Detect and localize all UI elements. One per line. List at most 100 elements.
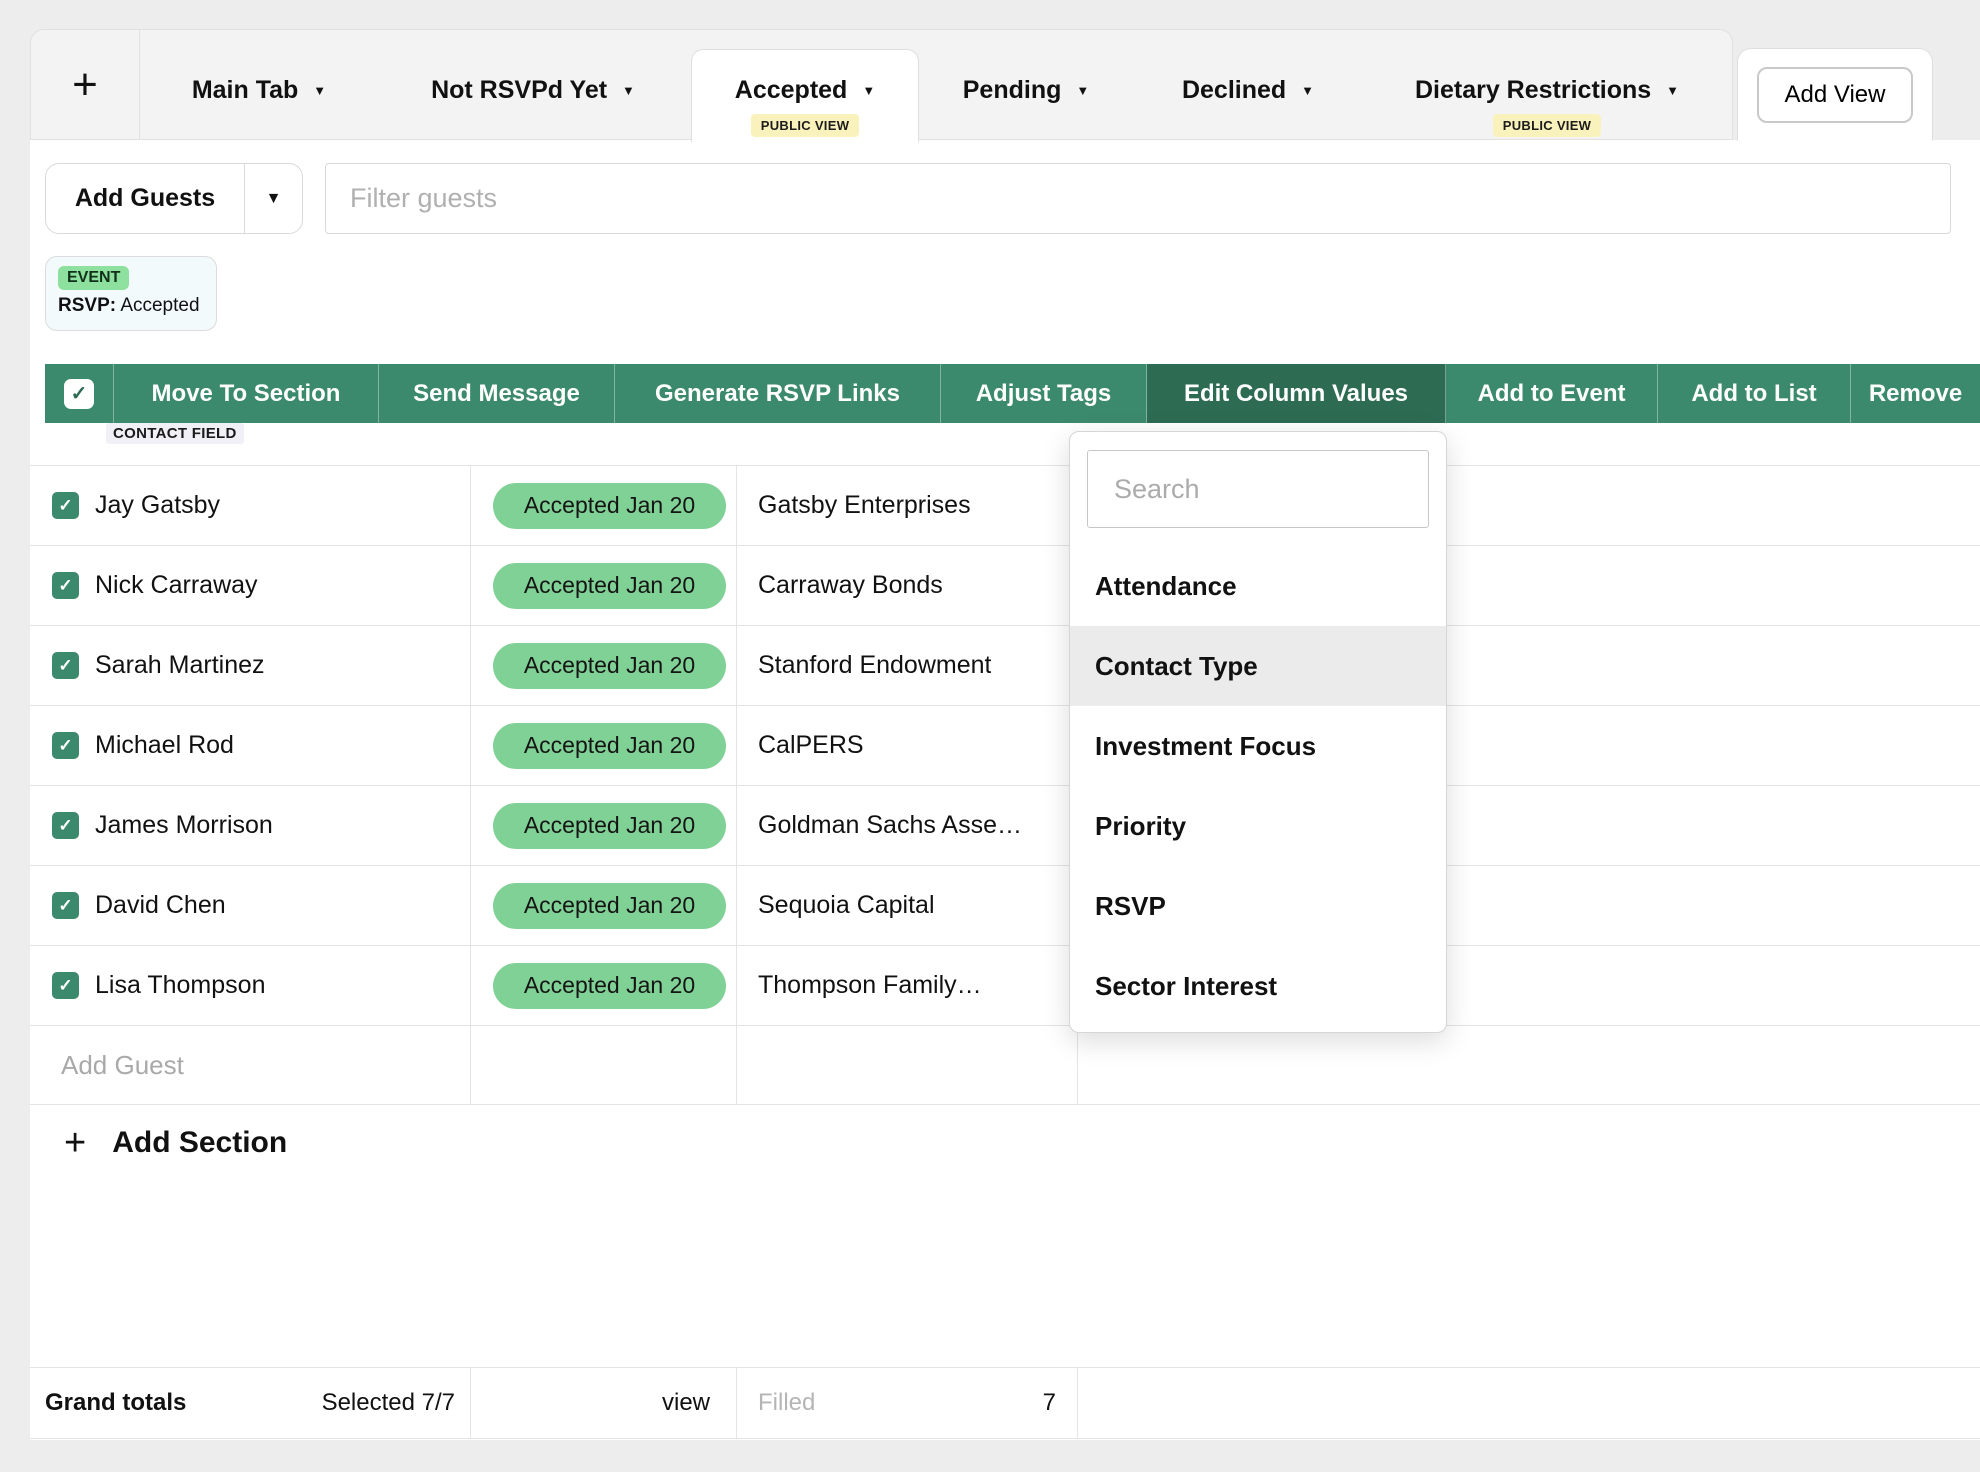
add-to-list-button[interactable]: Add to List (1658, 364, 1851, 423)
tab-dietary-restrictions[interactable]: Dietary Restrictions ▼ PUBLIC VIEW (1415, 76, 1679, 137)
column-divider (736, 866, 737, 945)
guest-name[interactable]: Nick Carraway (95, 571, 258, 600)
table-row[interactable]: ✓ Sarah Martinez Accepted Jan 20 Stanfor… (30, 625, 1980, 705)
tab-not-rsvpd-yet[interactable]: Not RSVPd Yet ▼ (431, 76, 635, 105)
add-guests-split-button[interactable]: Add Guests ▼ (45, 163, 303, 234)
table-row[interactable]: ✓ Jay Gatsby Accepted Jan 20 Gatsby Ente… (30, 465, 1980, 545)
row-checkbox[interactable]: ✓ (52, 972, 79, 999)
tab-label: Pending (963, 76, 1062, 105)
column-divider (470, 1026, 471, 1104)
guest-name[interactable]: Jay Gatsby (95, 491, 220, 520)
dropdown-item-rsvp[interactable]: RSVP (1070, 866, 1446, 946)
add-section-button[interactable]: + Add Section (64, 1124, 287, 1162)
public-view-badge: PUBLIC VIEW (751, 114, 860, 137)
select-all-checkbox[interactable]: ✓ (64, 379, 94, 409)
adjust-tags-button[interactable]: Adjust Tags (941, 364, 1147, 423)
remove-button[interactable]: Remove (1851, 364, 1980, 423)
dropdown-item-priority[interactable]: Priority (1070, 786, 1446, 866)
public-view-badge: PUBLIC VIEW (1493, 114, 1602, 137)
caret-down-icon[interactable]: ▼ (313, 83, 326, 98)
guest-name[interactable]: Michael Rod (95, 731, 234, 760)
row-checkbox[interactable]: ✓ (52, 892, 79, 919)
plus-icon: + (64, 1124, 86, 1162)
guest-company[interactable]: CalPERS (758, 731, 864, 760)
table-row[interactable]: ✓ Lisa Thompson Accepted Jan 20 Thompson… (30, 945, 1980, 1025)
column-divider (736, 706, 737, 785)
rsvp-status-pill[interactable]: Accepted Jan 20 (493, 723, 726, 769)
column-divider (736, 626, 737, 705)
contact-field-label: CONTACT FIELD (106, 423, 244, 444)
column-divider (470, 546, 471, 625)
filter-chip-rsvp-accepted[interactable]: EVENT RSVP: Accepted (45, 256, 217, 331)
tab-pending[interactable]: Pending ▼ (963, 76, 1089, 105)
table-row[interactable]: ✓ James Morrison Accepted Jan 20 Goldman… (30, 785, 1980, 865)
chip-field-value: Accepted (120, 295, 199, 316)
guest-name[interactable]: Sarah Martinez (95, 651, 265, 680)
tab-declined[interactable]: Declined ▼ (1182, 76, 1314, 105)
send-message-button[interactable]: Send Message (379, 364, 615, 423)
generate-rsvp-links-button[interactable]: Generate RSVP Links (615, 364, 941, 423)
table-row[interactable]: ✓ David Chen Accepted Jan 20 Sequoia Cap… (30, 865, 1980, 945)
column-divider (1077, 1026, 1078, 1104)
caret-down-icon[interactable]: ▼ (1076, 83, 1089, 98)
guest-company[interactable]: Sequoia Capital (758, 891, 935, 920)
table-row[interactable]: ✓ Michael Rod Accepted Jan 20 CalPERS (30, 705, 1980, 785)
caret-down-icon[interactable]: ▼ (622, 83, 635, 98)
guest-company[interactable]: Carraway Bonds (758, 571, 943, 600)
totals-name-cell: Grand totals Selected 7/7 (30, 1368, 470, 1438)
check-icon: ✓ (58, 656, 72, 676)
tab-accepted-active[interactable]: Accepted ▼ PUBLIC VIEW (691, 49, 919, 142)
rsvp-status-pill[interactable]: Accepted Jan 20 (493, 483, 726, 529)
add-guest-row[interactable]: Add Guest (30, 1025, 1980, 1105)
row-checkbox[interactable]: ✓ (52, 652, 79, 679)
filled-value: 7 (1043, 1389, 1056, 1417)
caret-down-icon: ▼ (266, 190, 282, 208)
add-guests-dropdown-toggle[interactable]: ▼ (245, 164, 302, 233)
row-checkbox[interactable]: ✓ (52, 492, 79, 519)
dropdown-search-input[interactable] (1087, 450, 1429, 528)
caret-down-icon[interactable]: ▼ (1666, 83, 1679, 98)
rsvp-status-pill[interactable]: Accepted Jan 20 (493, 643, 726, 689)
view-tab-bar: + Main Tab ▼ Not RSVPd Yet ▼ Accepted ▼ … (30, 29, 1733, 140)
totals-view-label[interactable]: view (662, 1389, 710, 1417)
add-tab-button[interactable]: + (31, 30, 140, 140)
add-guest-placeholder[interactable]: Add Guest (61, 1050, 184, 1081)
table-row[interactable]: ✓ Nick Carraway Accepted Jan 20 Carraway… (30, 545, 1980, 625)
check-icon: ✓ (58, 816, 72, 836)
caret-down-icon[interactable]: ▼ (862, 83, 875, 98)
check-icon: ✓ (58, 736, 72, 756)
guest-company[interactable]: Gatsby Enterprises (758, 491, 971, 520)
guest-manager-screen: + Main Tab ▼ Not RSVPd Yet ▼ Accepted ▼ … (0, 0, 1980, 1472)
dropdown-item-contact-type[interactable]: Contact Type (1070, 626, 1446, 706)
rsvp-status-pill[interactable]: Accepted Jan 20 (493, 803, 726, 849)
move-to-section-button[interactable]: Move To Section (114, 364, 379, 423)
filled-label: Filled (758, 1389, 815, 1417)
row-checkbox[interactable]: ✓ (52, 732, 79, 759)
rsvp-status-pill[interactable]: Accepted Jan 20 (493, 963, 726, 1009)
filter-guests-input[interactable] (325, 163, 1951, 234)
totals-company-cell[interactable]: Filled 7 (736, 1368, 1077, 1438)
column-divider (470, 706, 471, 785)
column-divider (470, 466, 471, 545)
add-guests-button[interactable]: Add Guests (46, 164, 245, 233)
caret-down-icon[interactable]: ▼ (1301, 83, 1314, 98)
add-to-event-button[interactable]: Add to Event (1446, 364, 1658, 423)
add-view-button[interactable]: Add View (1757, 67, 1914, 123)
tab-main-tab[interactable]: Main Tab ▼ (192, 76, 326, 105)
dropdown-item-attendance[interactable]: Attendance (1070, 546, 1446, 626)
dropdown-item-investment-focus[interactable]: Investment Focus (1070, 706, 1446, 786)
guest-name[interactable]: David Chen (95, 891, 226, 920)
row-checkbox[interactable]: ✓ (52, 812, 79, 839)
totals-status-cell[interactable]: view (470, 1368, 736, 1438)
edit-column-values-button[interactable]: Edit Column Values (1147, 364, 1446, 423)
dropdown-item-sector-interest[interactable]: Sector Interest (1070, 946, 1446, 1026)
guest-company[interactable]: Stanford Endowment (758, 651, 991, 680)
guest-name[interactable]: Lisa Thompson (95, 971, 265, 1000)
add-section-label: Add Section (112, 1126, 287, 1160)
guest-company[interactable]: Goldman Sachs Asse… (758, 811, 1022, 840)
row-checkbox[interactable]: ✓ (52, 572, 79, 599)
rsvp-status-pill[interactable]: Accepted Jan 20 (493, 883, 726, 929)
guest-name[interactable]: James Morrison (95, 811, 273, 840)
rsvp-status-pill[interactable]: Accepted Jan 20 (493, 563, 726, 609)
guest-company[interactable]: Thompson Family… (758, 971, 982, 1000)
